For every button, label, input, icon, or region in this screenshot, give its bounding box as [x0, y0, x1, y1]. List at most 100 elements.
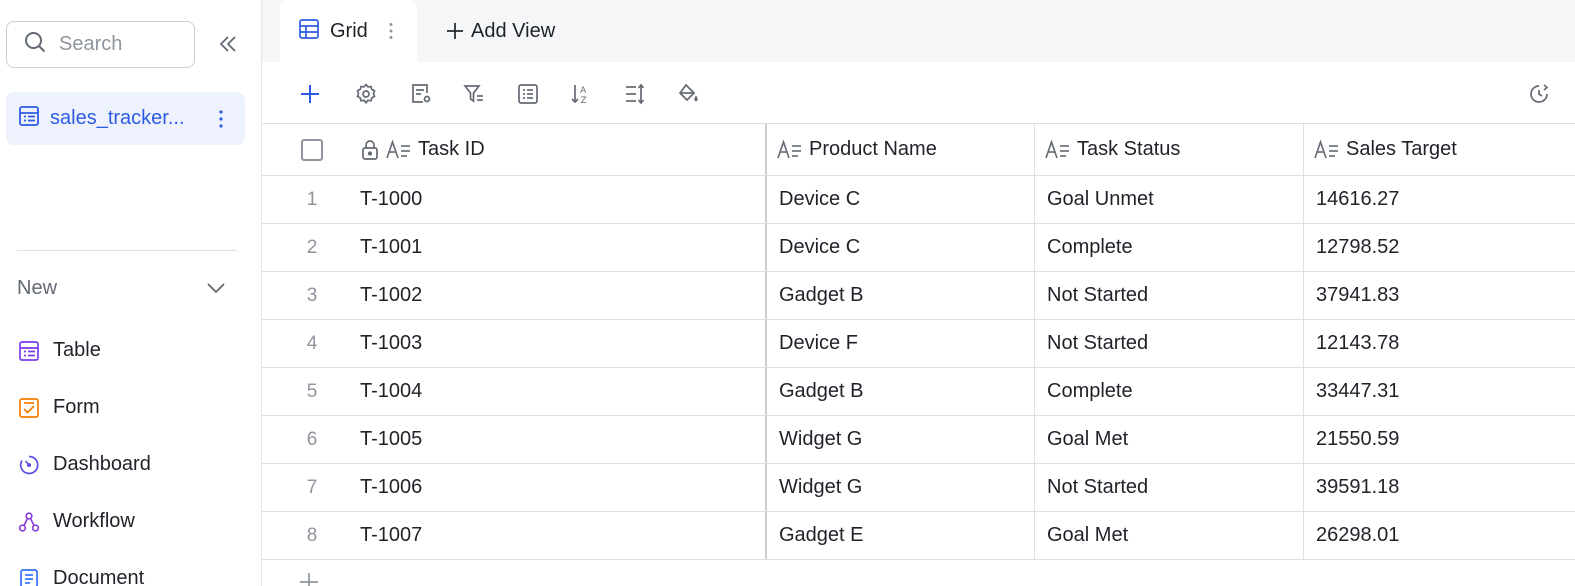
task-id-cell[interactable]: T-1003	[360, 320, 766, 367]
table-row[interactable]: 5 T-1004 Gadget B Complete 33447.31	[262, 368, 1575, 416]
row-index: 2	[306, 236, 318, 258]
column-header-product-name[interactable]: Product Name	[765, 124, 1034, 175]
color-fill-button[interactable]	[674, 80, 702, 108]
group-list-icon	[518, 84, 538, 104]
sales-target-cell[interactable]: 33447.31	[1303, 368, 1575, 415]
sort-az-icon: AZ	[571, 85, 587, 106]
add-view-button[interactable]: Add View	[445, 16, 555, 46]
table-row[interactable]: 2 T-1001 Device C Complete 12798.52	[262, 224, 1575, 272]
column-header-task-status[interactable]: Task Status	[1034, 124, 1303, 175]
column-header-label: Product Name	[809, 138, 937, 160]
filter-button[interactable]	[460, 80, 488, 108]
text-field-icon	[1045, 139, 1071, 161]
task-id-cell[interactable]: T-1005	[360, 416, 766, 463]
task-status-cell[interactable]: Complete	[1034, 368, 1303, 415]
add-row-button[interactable]	[298, 571, 320, 586]
column-header-task-id[interactable]: Task ID	[360, 124, 766, 175]
new-dashboard-button[interactable]: Dashboard	[17, 436, 151, 493]
new-form-button[interactable]: Form	[17, 379, 151, 436]
select-all-cell	[262, 124, 362, 175]
new-document-button[interactable]: Document	[17, 550, 151, 586]
product-name-cell[interactable]: Gadget B	[765, 272, 1034, 319]
filter-icon	[463, 85, 483, 103]
product-name-cell[interactable]: Device C	[765, 224, 1034, 271]
sales-target-cell[interactable]: 37941.83	[1303, 272, 1575, 319]
sales-target-cell[interactable]: 12143.78	[1303, 320, 1575, 367]
task-id-cell[interactable]: T-1007	[360, 512, 766, 559]
task-status-cell[interactable]: Goal Met	[1034, 416, 1303, 463]
new-section-toggle[interactable]: New	[17, 271, 227, 305]
task-id-cell[interactable]: T-1004	[360, 368, 766, 415]
product-name-cell[interactable]: Gadget B	[765, 368, 1034, 415]
new-item-label: Dashboard	[53, 453, 151, 475]
plus-icon	[300, 573, 318, 586]
sidebar: sales_tracker... New Table Form Dashboar…	[0, 0, 262, 586]
new-workflow-button[interactable]: Workflow	[17, 493, 151, 550]
row-index: 6	[306, 428, 318, 450]
table-row[interactable]: 8 T-1007 Gadget E Goal Met 26298.01	[262, 512, 1575, 560]
group-button[interactable]	[514, 80, 542, 108]
column-header-sales-target[interactable]: Sales Target	[1303, 124, 1575, 175]
sales-target-cell[interactable]: 12798.52	[1303, 224, 1575, 271]
row-index: 8	[306, 524, 318, 546]
task-status-cell[interactable]: Complete	[1034, 224, 1303, 271]
grid-header-row: Task ID Product Name Task Status Sales T…	[262, 124, 1575, 176]
table-row[interactable]: 6 T-1005 Widget G Goal Met 21550.59	[262, 416, 1575, 464]
product-name-cell[interactable]: Gadget E	[765, 512, 1034, 559]
chevron-down-icon	[207, 283, 225, 294]
table-row[interactable]: 3 T-1002 Gadget B Not Started 37941.83	[262, 272, 1575, 320]
product-name-cell[interactable]: Widget G	[765, 416, 1034, 463]
text-field-icon	[1314, 139, 1340, 161]
row-index: 5	[306, 380, 318, 402]
tab-more-icon[interactable]	[388, 21, 394, 41]
task-id-cell[interactable]: T-1001	[360, 224, 766, 271]
task-id-cell[interactable]: T-1006	[360, 464, 766, 511]
settings-button[interactable]	[352, 80, 380, 108]
task-status-cell[interactable]: Goal Unmet	[1034, 176, 1303, 223]
more-options-icon[interactable]	[211, 108, 231, 130]
tab-grid-label: Grid	[330, 19, 368, 42]
product-name-cell[interactable]: Device C	[765, 176, 1034, 223]
task-status-cell[interactable]: Not Started	[1034, 464, 1303, 511]
row-index: 7	[306, 476, 318, 498]
row-index: 1	[306, 188, 318, 210]
field-settings-button[interactable]	[407, 80, 435, 108]
product-name-cell[interactable]: Device F	[765, 320, 1034, 367]
table-row[interactable]: 1 T-1000 Device C Goal Unmet 14616.27	[262, 176, 1575, 224]
new-table-button[interactable]: Table	[17, 322, 151, 379]
table-row[interactable]: 7 T-1006 Widget G Not Started 39591.18	[262, 464, 1575, 512]
task-status-cell[interactable]: Goal Met	[1034, 512, 1303, 559]
grid-view-icon	[298, 18, 320, 45]
product-name-cell[interactable]: Widget G	[765, 464, 1034, 511]
sales-target-cell[interactable]: 14616.27	[1303, 176, 1575, 223]
search-box[interactable]	[6, 21, 195, 68]
tab-grid[interactable]: Grid	[280, 0, 417, 62]
new-item-label: Document	[53, 567, 145, 586]
history-button[interactable]	[1525, 80, 1553, 108]
table-icon	[17, 339, 41, 363]
select-all-checkbox[interactable]	[301, 138, 323, 161]
row-index: 3	[306, 284, 318, 306]
table-icon	[18, 105, 40, 132]
plus-icon	[447, 23, 463, 39]
sales-target-cell[interactable]: 26298.01	[1303, 512, 1575, 559]
sort-button[interactable]: AZ	[567, 80, 595, 108]
task-id-cell[interactable]: T-1002	[360, 272, 766, 319]
sales-target-cell[interactable]: 21550.59	[1303, 416, 1575, 463]
dashboard-icon	[17, 453, 41, 477]
add-record-button[interactable]	[296, 80, 324, 108]
new-item-list: Table Form Dashboard Workflow Document	[17, 322, 151, 586]
collapse-sidebar-button[interactable]	[214, 30, 242, 58]
text-field-icon	[777, 139, 803, 161]
task-status-cell[interactable]: Not Started	[1034, 272, 1303, 319]
search-input[interactable]	[59, 33, 179, 56]
sales-target-cell[interactable]: 39591.18	[1303, 464, 1575, 511]
task-status-cell[interactable]: Not Started	[1034, 320, 1303, 367]
sidebar-item-sales-tracker[interactable]: sales_tracker...	[6, 92, 245, 145]
row-height-icon	[626, 83, 645, 105]
row-height-button[interactable]	[621, 80, 649, 108]
form-icon	[17, 396, 41, 420]
sidebar-divider	[17, 250, 237, 251]
task-id-cell[interactable]: T-1000	[360, 176, 766, 223]
table-row[interactable]: 4 T-1003 Device F Not Started 12143.78	[262, 320, 1575, 368]
